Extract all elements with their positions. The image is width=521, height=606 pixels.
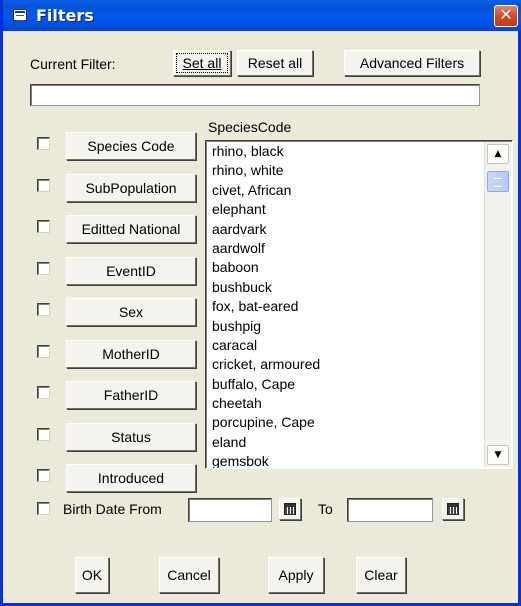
list-item[interactable]: buffalo, Cape <box>212 375 320 394</box>
list-item[interactable]: gemsbok <box>212 452 320 468</box>
filters-dialog: Filters ✕ Current Filter: Set all Reset … <box>0 0 521 606</box>
scroll-thumb[interactable] <box>487 171 509 192</box>
birth-date-to-calendar-button[interactable] <box>442 498 464 520</box>
list-scrollbar[interactable]: ▲ ▼ <box>484 142 511 467</box>
list-item[interactable]: eland <box>212 433 320 452</box>
list-item[interactable]: elephant <box>212 200 320 219</box>
set-all-label: Set all <box>182 55 222 71</box>
reset-all-button[interactable]: Reset all <box>237 50 313 76</box>
filter-checkbox-eventid[interactable] <box>37 261 50 275</box>
species-code-listbox[interactable]: rhino, black rhino, white civet, African el… <box>205 140 513 469</box>
calendar-icon <box>447 503 459 515</box>
filter-button-introduced[interactable]: Introduced <box>66 464 196 492</box>
list-item[interactable]: porcupine, Cape <box>212 413 320 432</box>
list-item[interactable]: fox, bat-eared <box>212 297 320 316</box>
birth-date-checkbox[interactable] <box>37 502 50 515</box>
close-icon: ✕ <box>499 5 513 24</box>
filter-checkbox-status[interactable] <box>37 427 50 441</box>
filter-button-editted-national[interactable]: Editted National <box>66 215 196 243</box>
birth-date-from-field[interactable] <box>188 498 272 522</box>
filter-checkbox-editted-national[interactable] <box>37 220 50 233</box>
filter-checkbox-species-code[interactable] <box>37 137 50 150</box>
filter-checkbox-introduced[interactable] <box>37 469 50 482</box>
list-item[interactable]: bushpig <box>212 317 320 336</box>
set-all-button[interactable]: Set all <box>173 50 231 76</box>
filter-checkbox-sex[interactable] <box>37 303 50 316</box>
window-title: Filters <box>36 6 94 25</box>
form-icon <box>13 9 27 21</box>
list-item[interactable]: civet, African <box>212 181 320 200</box>
filter-button-species-code[interactable]: Species Code <box>66 132 196 160</box>
birth-date-to-label: To <box>318 501 333 517</box>
close-button[interactable]: ✕ <box>494 5 518 27</box>
scroll-down-arrow-icon[interactable]: ▼ <box>487 445 509 465</box>
advanced-filters-button[interactable]: Advanced Filters <box>344 50 480 76</box>
filter-button-status[interactable]: Status <box>66 422 196 451</box>
title-bar[interactable]: Filters ✕ <box>3 0 521 31</box>
apply-button[interactable]: Apply <box>268 557 324 593</box>
clear-button[interactable]: Clear <box>356 557 406 593</box>
birth-date-from-calendar-button[interactable] <box>279 498 301 520</box>
filter-button-sex[interactable]: Sex <box>66 298 196 326</box>
list-item[interactable]: cheetah <box>212 394 320 413</box>
filter-button-subpopulation[interactable]: SubPopulation <box>66 173 196 202</box>
list-item[interactable]: rhino, black <box>212 142 320 161</box>
calendar-icon <box>284 503 296 515</box>
list-item[interactable]: aardvark <box>212 220 320 239</box>
list-item[interactable]: cricket, armoured <box>212 355 320 374</box>
filter-button-eventid[interactable]: EventID <box>66 256 196 285</box>
birth-date-to-field[interactable] <box>347 498 433 522</box>
filter-checkbox-subpopulation[interactable] <box>37 178 50 192</box>
filter-button-fatherid[interactable]: FatherID <box>66 381 196 409</box>
current-filter-label: Current Filter: <box>30 56 116 72</box>
ok-button[interactable]: OK <box>75 557 109 593</box>
filter-checkbox-fatherid[interactable] <box>37 386 50 399</box>
list-item[interactable]: aardwolf <box>212 239 320 258</box>
species-code-list-header: SpeciesCode <box>208 119 292 135</box>
current-filter-field[interactable] <box>30 84 480 106</box>
filter-checkbox-motherid[interactable] <box>37 344 50 358</box>
list-item[interactable]: bushbuck <box>212 278 320 297</box>
list-item[interactable]: baboon <box>212 258 320 277</box>
list-item[interactable]: caracal <box>212 336 320 355</box>
species-list-items: rhino, black rhino, white civet, African el… <box>212 142 320 468</box>
birth-date-from-label: Birth Date From <box>63 501 162 517</box>
scroll-up-arrow-icon[interactable]: ▲ <box>487 144 509 164</box>
filter-button-motherid[interactable]: MotherID <box>66 339 196 368</box>
list-item[interactable]: rhino, white <box>212 161 320 180</box>
cancel-button[interactable]: Cancel <box>159 557 219 593</box>
